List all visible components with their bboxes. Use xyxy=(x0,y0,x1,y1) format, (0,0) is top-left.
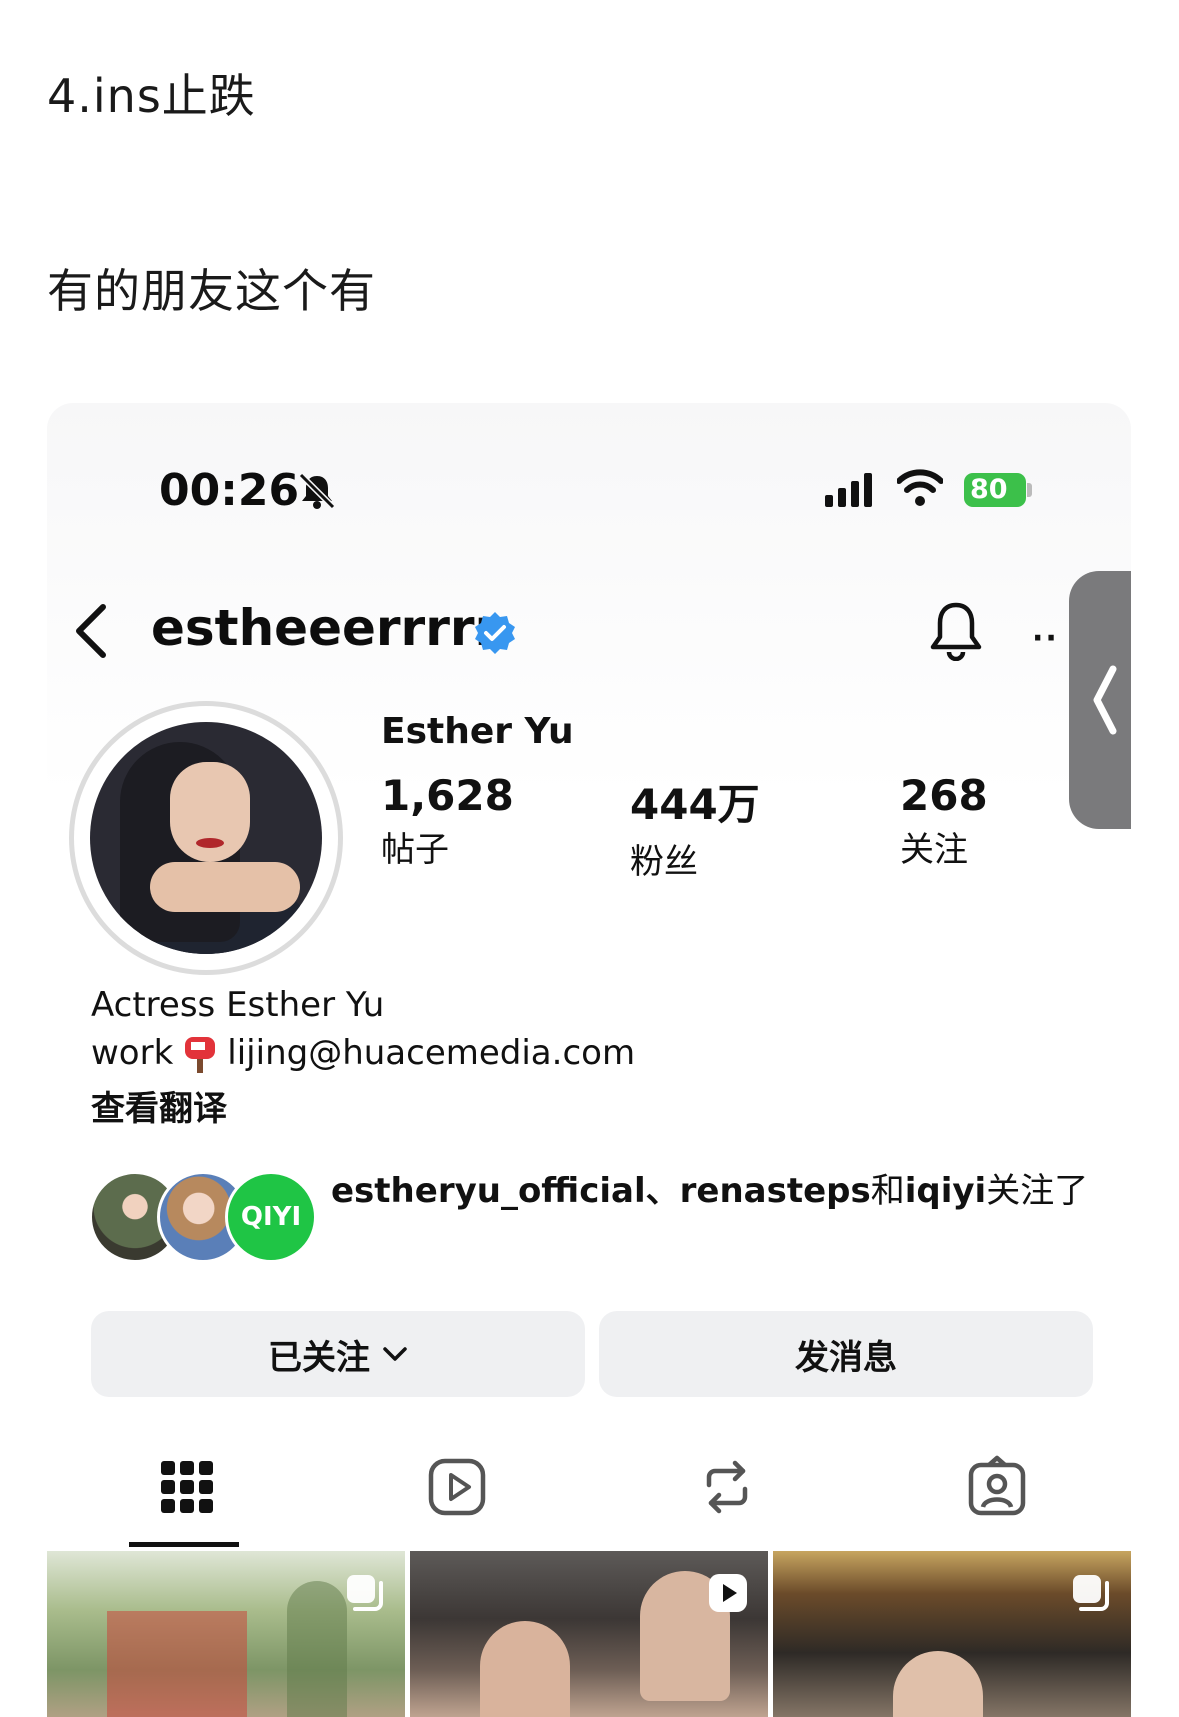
avatar-photo xyxy=(90,722,322,954)
mailbox-icon xyxy=(185,1037,216,1073)
display-name: Esther Yu xyxy=(381,711,574,752)
status-time: 00:26 xyxy=(159,465,300,516)
instagram-profile-screenshot: 00:26 80 estheeerrrrr ·· Esther Yu 1,628… xyxy=(47,403,1131,1717)
tagged-icon[interactable] xyxy=(965,1455,1029,1519)
grid-icon[interactable] xyxy=(155,1455,219,1519)
active-tab-indicator xyxy=(129,1542,239,1547)
battery-tip xyxy=(1027,483,1032,497)
stat-following[interactable]: 268 关注 xyxy=(900,771,988,871)
side-panel-handle[interactable] xyxy=(1069,571,1131,829)
bio-line-1: Actress Esther Yu xyxy=(91,985,385,1025)
post-heading-2: 有的朋友这个有 xyxy=(47,264,376,318)
stat-posts[interactable]: 1,628 帖子 xyxy=(381,771,514,871)
chevron-down-icon xyxy=(383,1347,407,1361)
bio-line-2: work lijing@huacemedia.com xyxy=(91,1033,635,1073)
mutual-followers-avatars[interactable]: QIYI xyxy=(89,1171,317,1263)
reels-icon[interactable] xyxy=(425,1455,489,1519)
stat-following-value: 268 xyxy=(900,771,988,820)
message-button[interactable]: 发消息 xyxy=(599,1311,1093,1397)
chevron-left-icon xyxy=(1093,665,1117,735)
more-dots-icon[interactable]: ·· xyxy=(1032,621,1059,656)
back-chevron-icon[interactable] xyxy=(67,601,117,661)
mutual-last-name: iqiyi xyxy=(904,1171,987,1211)
bell-slash-icon xyxy=(298,472,336,510)
mutual-avatar-iqiyi: QIYI xyxy=(225,1171,317,1263)
bio-email-link[interactable]: lijing@huacemedia.com xyxy=(227,1033,635,1073)
stat-following-label: 关注 xyxy=(900,830,968,870)
following-button[interactable]: 已关注 xyxy=(91,1311,585,1397)
profile-username: estheeerrrrr xyxy=(151,599,500,657)
reposts-icon[interactable] xyxy=(695,1455,759,1519)
notification-bell-icon[interactable] xyxy=(927,599,985,661)
post-thumbnail-3[interactable] xyxy=(773,1551,1131,1717)
cellular-signal-icon xyxy=(825,473,872,507)
verified-badge-icon xyxy=(475,612,515,654)
mutual-names: estheryu_official、renasteps xyxy=(331,1171,871,1211)
stat-followers-label: 粉丝 xyxy=(630,842,698,882)
mutual-followers-text[interactable]: estheryu_official、renasteps和iqiyi关注了 xyxy=(331,1167,1091,1215)
carousel-icon xyxy=(347,1575,383,1611)
mutual-suffix: 关注了 xyxy=(986,1171,1089,1211)
carousel-icon xyxy=(1073,1575,1109,1611)
stat-followers[interactable]: 444万 粉丝 xyxy=(630,771,760,883)
mutual-connector: 和 xyxy=(870,1171,905,1211)
stat-posts-value: 1,628 xyxy=(381,771,514,820)
see-translation-link[interactable]: 查看翻译 xyxy=(91,1081,227,1130)
battery-level: 80 xyxy=(964,473,1026,507)
stat-posts-label: 帖子 xyxy=(381,830,449,870)
post-heading-1: 4.ins止跌 xyxy=(47,69,256,123)
stat-followers-value: 444万 xyxy=(630,780,760,829)
post-thumbnail-2[interactable] xyxy=(410,1551,768,1717)
profile-avatar[interactable] xyxy=(69,701,343,975)
message-button-label: 发消息 xyxy=(795,1337,897,1378)
post-thumbnail-1[interactable] xyxy=(47,1551,405,1717)
bio-work-label: work xyxy=(91,1033,174,1073)
reel-play-icon xyxy=(709,1574,747,1612)
following-button-label: 已关注 xyxy=(268,1337,370,1378)
wifi-icon xyxy=(897,469,943,506)
